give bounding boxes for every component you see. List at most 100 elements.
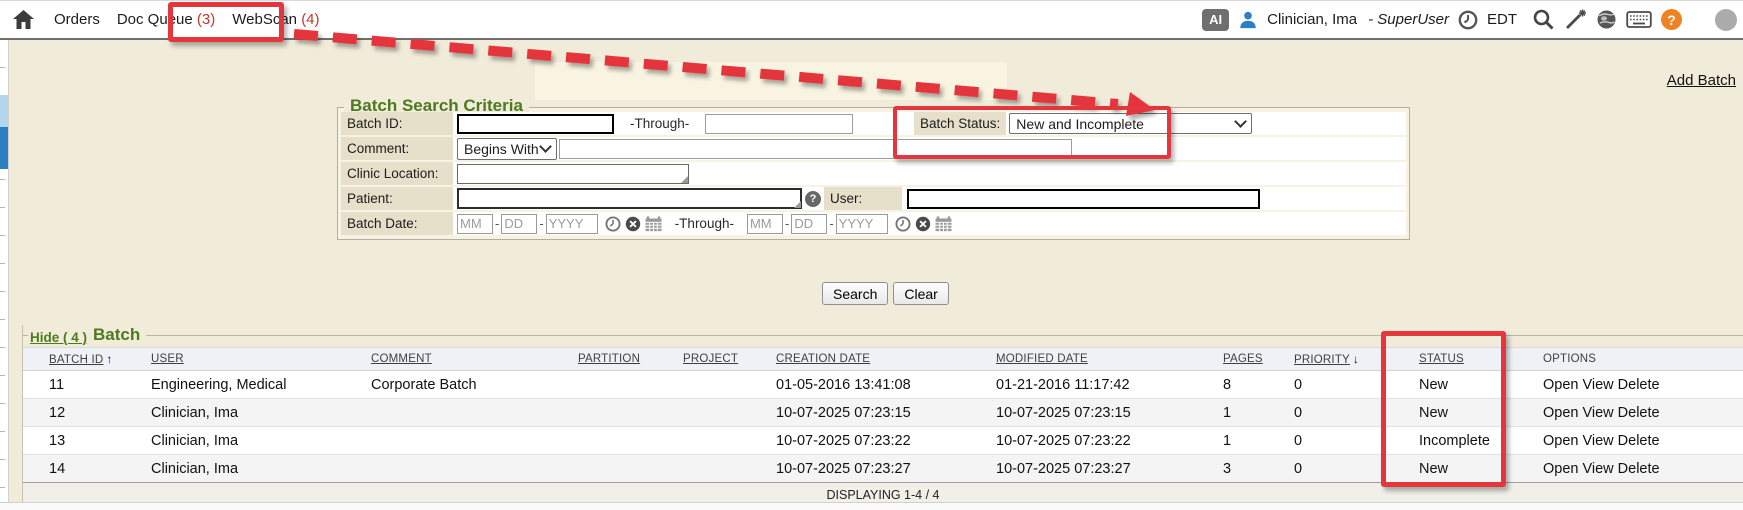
user-role: - SuperUser [1368, 11, 1449, 28]
comment-match-select[interactable]: Begins With [457, 138, 557, 160]
view-link[interactable]: View [1582, 377, 1613, 393]
tab-webscan[interactable]: WebScan (4) [232, 11, 319, 28]
col-creation-date-label: CREATION DATE [776, 353, 870, 365]
cell-status: Incomplete [1419, 427, 1543, 455]
batch-date-row: Batch Date: - - [341, 212, 1406, 235]
cell-options: OpenView Delete [1543, 399, 1743, 427]
add-batch-link[interactable]: Add Batch [1667, 72, 1736, 89]
col-comment[interactable]: COMMENT [371, 348, 578, 371]
cell-comment [371, 399, 578, 427]
tab-orders[interactable]: Orders [54, 11, 100, 28]
cell-comment [371, 455, 578, 483]
hide-results-link[interactable]: Hide ( 4 ) [30, 330, 87, 345]
globe-icon[interactable] [1596, 9, 1617, 30]
cell-priority: 0 [1294, 455, 1419, 483]
home-icon[interactable] [13, 10, 34, 29]
comment-input[interactable] [559, 139, 1072, 159]
view-link[interactable]: View [1582, 405, 1613, 421]
cell-creation-date: 01-05-2016 13:41:08 [776, 371, 996, 399]
col-status[interactable]: STATUS [1419, 348, 1543, 371]
batch-id-to-input[interactable] [705, 114, 853, 134]
col-partition[interactable]: PARTITION [578, 348, 683, 371]
cell-modified-date: 10-07-2025 07:23:22 [996, 427, 1223, 455]
chevron-down-icon [1234, 115, 1247, 128]
cell-project [683, 455, 776, 483]
cell-user: Clinician, Ima [151, 399, 371, 427]
delete-link[interactable]: Delete [1618, 433, 1660, 449]
col-options-label: OPTIONS [1543, 353, 1596, 365]
search-icon[interactable] [1532, 8, 1555, 31]
cell-options: OpenView Delete [1543, 455, 1743, 483]
cell-batch-id: 12 [23, 399, 151, 427]
batch-date-from-mm-input[interactable] [457, 214, 493, 234]
patient-input[interactable] [457, 188, 802, 209]
open-link[interactable]: Open [1543, 433, 1578, 449]
user-input[interactable] [907, 189, 1260, 209]
search-button[interactable]: Search [822, 282, 888, 305]
batch-id-from-input[interactable] [457, 114, 614, 134]
col-pages-label: PAGES [1223, 353, 1263, 365]
col-user[interactable]: USER [151, 348, 371, 371]
cell-creation-date: 10-07-2025 07:23:27 [776, 455, 996, 483]
col-priority[interactable]: PRIORITY↓ [1294, 348, 1419, 371]
keyboard-icon[interactable] [1626, 10, 1652, 29]
col-pages[interactable]: PAGES [1223, 348, 1294, 371]
clear-date-icon[interactable] [625, 216, 641, 232]
batch-status-label: Batch Status: [914, 112, 1006, 135]
batch-date-to-dd-input[interactable] [791, 214, 827, 234]
col-creation-date[interactable]: CREATION DATE [776, 348, 996, 371]
view-link[interactable]: View [1582, 433, 1613, 449]
col-project[interactable]: PROJECT [683, 348, 776, 371]
date-through-label: -Through- [675, 216, 734, 231]
time-picker-icon[interactable] [605, 216, 621, 232]
time-picker-icon[interactable] [895, 216, 911, 232]
clinic-location-input[interactable] [457, 164, 689, 184]
open-link[interactable]: Open [1543, 405, 1578, 421]
patient-help-icon[interactable]: ? [805, 191, 821, 207]
batch-status-select[interactable]: New and Incomplete [1009, 113, 1252, 134]
user-label: User: [824, 187, 902, 210]
col-options: OPTIONS [1543, 348, 1743, 371]
table-header-row: BATCH ID↑ USER COMMENT PARTITION PROJECT… [23, 348, 1743, 371]
help-icon[interactable]: ? [1661, 9, 1682, 30]
col-batch-id[interactable]: BATCH ID↑ [23, 348, 151, 371]
cell-project [683, 371, 776, 399]
col-modified-date[interactable]: MODIFIED DATE [996, 348, 1223, 371]
open-link[interactable]: Open [1543, 377, 1578, 393]
cell-creation-date: 10-07-2025 07:23:22 [776, 427, 996, 455]
cell-comment: Corporate Batch [371, 371, 578, 399]
cell-pages: 8 [1223, 371, 1294, 399]
divider [146, 335, 1743, 336]
clock-icon[interactable] [1458, 10, 1478, 30]
ai-badge[interactable]: AI [1202, 9, 1229, 31]
cell-status: New [1419, 371, 1543, 399]
clear-button[interactable]: Clear [893, 282, 948, 305]
clear-date-icon[interactable] [915, 216, 931, 232]
open-link[interactable]: Open [1543, 461, 1578, 477]
tab-doc-queue[interactable]: Doc Queue (3) [117, 11, 215, 28]
batch-date-from-dd-input[interactable] [501, 214, 537, 234]
batch-date-from-yyyy-input[interactable] [546, 214, 598, 234]
delete-link[interactable]: Delete [1618, 377, 1660, 393]
splitter-handle-light[interactable] [0, 95, 8, 127]
view-link[interactable]: View [1582, 461, 1613, 477]
cell-options: OpenView Delete [1543, 371, 1743, 399]
calendar-icon[interactable] [935, 216, 952, 232]
batch-date-to-yyyy-input[interactable] [836, 214, 888, 234]
magic-wand-icon[interactable] [1564, 8, 1587, 31]
calendar-icon[interactable] [645, 216, 662, 232]
left-splitter[interactable] [0, 40, 9, 510]
table-row: 11 Engineering, Medical Corporate Batch … [23, 371, 1743, 399]
splitter-handle-dark[interactable] [0, 127, 8, 169]
delete-link[interactable]: Delete [1618, 461, 1660, 477]
cell-status: New [1419, 399, 1543, 427]
batch-date-to-mm-input[interactable] [747, 214, 783, 234]
delete-link[interactable]: Delete [1618, 405, 1660, 421]
col-comment-label: COMMENT [371, 353, 432, 365]
cell-batch-id: 13 [23, 427, 151, 455]
batch-table: BATCH ID↑ USER COMMENT PARTITION PROJECT… [23, 347, 1743, 482]
cell-modified-date: 01-21-2016 11:17:42 [996, 371, 1223, 399]
col-project-label: PROJECT [683, 353, 738, 365]
results-header: Hide ( 4 ) Batch [23, 325, 1743, 345]
date-separator: - [539, 216, 543, 231]
